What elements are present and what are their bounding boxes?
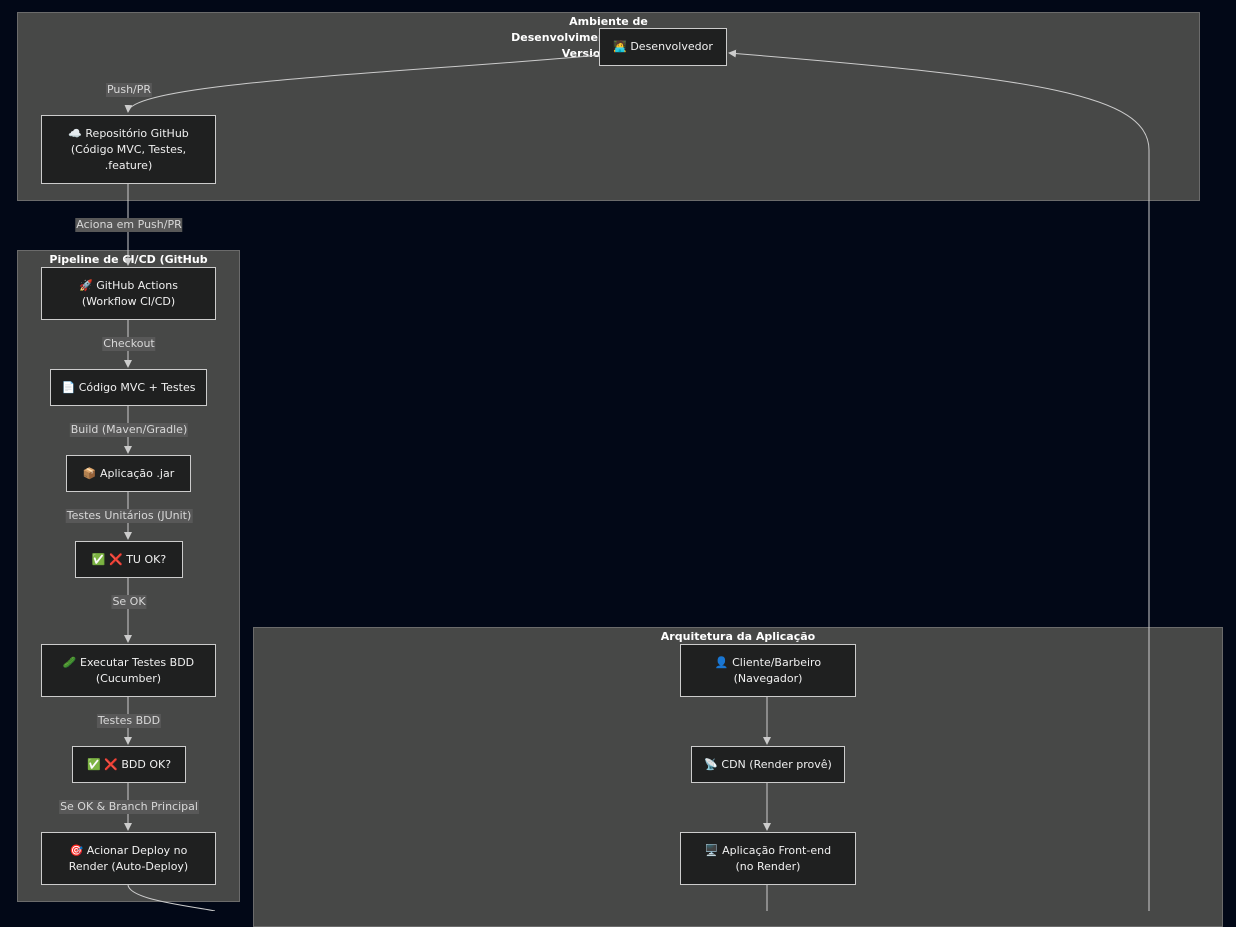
node-frontend[interactable]: 🖥️ Aplicação Front-end (no Render) bbox=[680, 832, 856, 885]
edge-label-push-pr: Push/PR bbox=[105, 83, 153, 97]
edge-label-trigger: Aciona em Push/PR bbox=[75, 218, 183, 232]
edge-label-se-ok: Se OK bbox=[111, 595, 147, 609]
node-code-tests[interactable]: 📄 Código MVC + Testes bbox=[50, 369, 207, 406]
node-tu-ok[interactable]: ✅ ❌ TU OK? bbox=[75, 541, 183, 578]
edge-label-build: Build (Maven/Gradle) bbox=[69, 423, 189, 437]
node-developer[interactable]: 🧑‍💻 Desenvolvedor bbox=[599, 28, 727, 66]
edge-label-bdd-tests: Testes BDD bbox=[96, 714, 162, 728]
node-github-actions[interactable]: 🚀 GitHub Actions (Workflow CI/CD) bbox=[41, 267, 216, 320]
edge-dev-to-repo bbox=[124, 54, 601, 113]
node-github-repo[interactable]: ☁️ Repositório GitHub (Código MVC, Teste… bbox=[41, 115, 216, 184]
node-client-barber[interactable]: 👤 Cliente/Barbeiro (Navegador) bbox=[680, 644, 856, 697]
node-cdn[interactable]: 📡 CDN (Render provê) bbox=[691, 746, 845, 783]
node-deploy-render[interactable]: 🎯 Acionar Deploy no Render (Auto-Deploy) bbox=[41, 832, 216, 885]
edge-label-checkout: Checkout bbox=[102, 337, 156, 351]
edge-deploy-out bbox=[127, 884, 216, 911]
node-jar[interactable]: 📦 Aplicação .jar bbox=[66, 455, 191, 492]
edge-label-se-ok-branch: Se OK & Branch Principal bbox=[59, 800, 199, 814]
edge-label-unit-tests: Testes Unitários (JUnit) bbox=[65, 509, 193, 523]
node-bdd-ok[interactable]: ✅ ❌ BDD OK? bbox=[72, 746, 186, 783]
node-run-bdd[interactable]: 🥒 Executar Testes BDD (Cucumber) bbox=[41, 644, 216, 697]
